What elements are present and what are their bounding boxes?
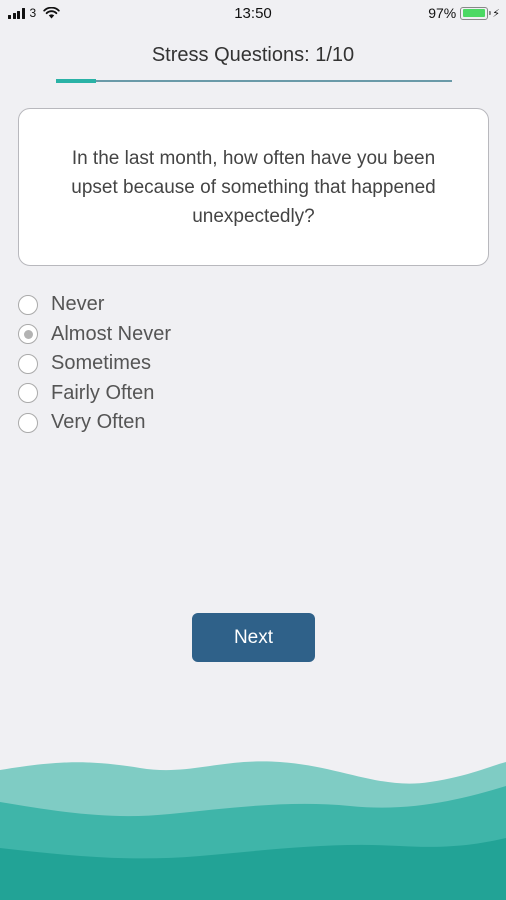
radio-button[interactable] <box>18 383 38 404</box>
question-text: In the last month, how often have you be… <box>71 147 436 227</box>
option-almost-never[interactable]: Almost Never <box>18 320 171 350</box>
battery-fill <box>462 9 486 17</box>
page-title: Stress Questions: 1/10 <box>151 44 355 66</box>
radio-button[interactable] <box>18 324 38 345</box>
radio-button[interactable] <box>18 294 38 315</box>
wave-decoration <box>0 761 506 900</box>
option-label: Never <box>51 293 105 316</box>
battery-icon <box>460 6 492 20</box>
status-right: 97% ⚡ <box>428 5 500 21</box>
option-never[interactable]: Never <box>18 290 171 320</box>
status-bar: 3 13:50 97% ⚡ <box>0 0 506 28</box>
radio-button[interactable] <box>18 412 38 433</box>
option-label: Very Often <box>51 411 146 434</box>
next-button[interactable]: Next <box>192 613 315 662</box>
answer-options: Never Almost Never Sometimes Fairly Ofte… <box>18 290 171 438</box>
option-very-often[interactable]: Very Often <box>18 408 171 438</box>
option-label: Fairly Often <box>51 381 155 404</box>
progress-track <box>56 79 452 83</box>
option-label: Almost Never <box>51 322 172 345</box>
radio-button[interactable] <box>18 353 38 374</box>
option-label: Sometimes <box>51 352 152 375</box>
option-fairly-often[interactable]: Fairly Often <box>18 379 171 409</box>
progress-fill <box>56 79 96 83</box>
charging-icon: ⚡ <box>492 7 500 20</box>
battery-percent: 97% <box>428 5 457 21</box>
option-sometimes[interactable]: Sometimes <box>18 349 171 379</box>
question-card: In the last month, how often have you be… <box>18 108 489 266</box>
